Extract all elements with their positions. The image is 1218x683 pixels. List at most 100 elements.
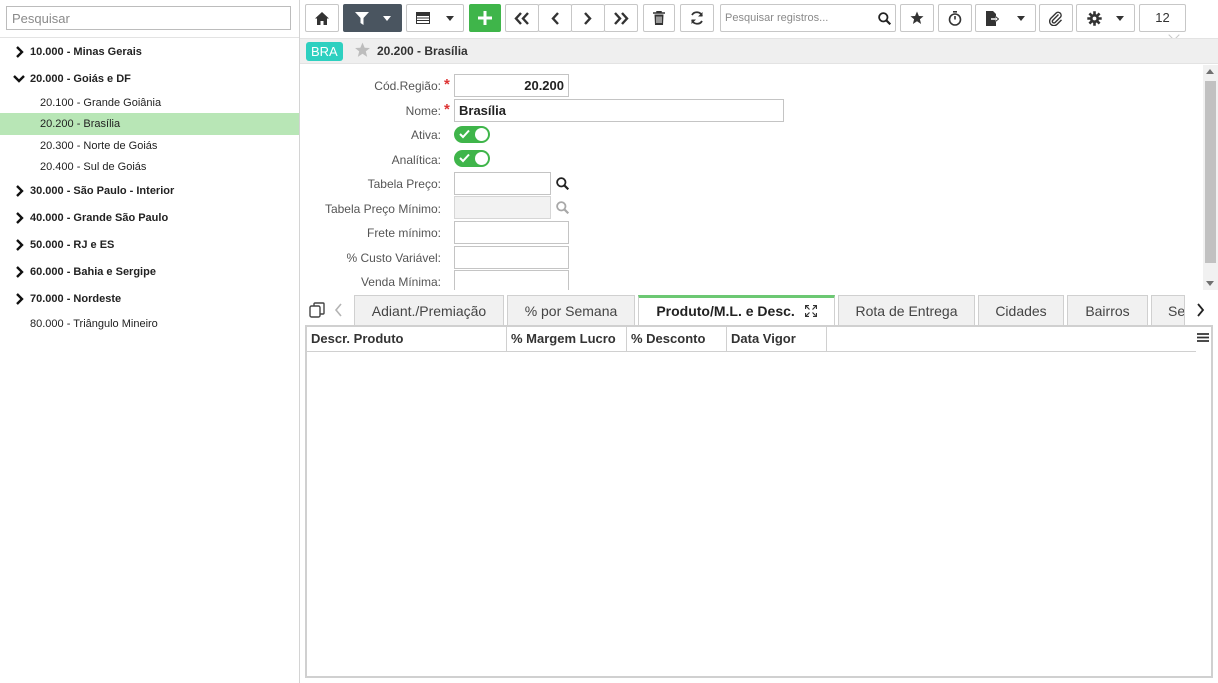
search-icon[interactable] (878, 12, 891, 25)
column-header-desconto[interactable]: % Desconto (627, 327, 727, 351)
tree-item-bahia-sergipe[interactable]: 60.000 - Bahia e Sergipe (0, 261, 299, 283)
gear-icon (1087, 10, 1102, 26)
ativa-label: Ativa: (410, 128, 441, 142)
add-button[interactable] (469, 4, 501, 32)
tabela-preco-field[interactable] (454, 172, 551, 195)
nome-field[interactable] (454, 99, 784, 122)
tree-item-grande-goiania[interactable]: 20.100 - Grande Goiânia (0, 92, 299, 114)
trash-icon (653, 11, 665, 25)
analitica-toggle[interactable] (454, 150, 490, 167)
caret-down-icon (382, 15, 391, 21)
scroll-up-arrow[interactable] (1206, 69, 1214, 74)
required-marker: * (444, 76, 450, 93)
tree-item-label: 10.000 - Minas Gerais (30, 46, 142, 58)
timer-icon (948, 10, 962, 26)
tab-adiant-premiacao[interactable]: Adiant./Premiação (354, 295, 504, 325)
ativa-toggle[interactable] (454, 126, 490, 143)
previous-record-icon (551, 11, 559, 25)
check-icon (459, 129, 470, 139)
home-button[interactable] (305, 4, 339, 32)
frete-minimo-field[interactable] (454, 221, 569, 244)
chevron-right-icon[interactable] (13, 185, 25, 197)
tab-rota-de-entrega[interactable]: Rota de Entrega (838, 295, 975, 325)
cod-regiao-field[interactable] (454, 74, 569, 97)
sidebar-search-wrap (0, 0, 299, 38)
tabela-preco-minimo-field (454, 196, 551, 219)
frete-minimo-label: Frete mínimo: (366, 226, 441, 240)
record-badge: BRA (306, 42, 343, 61)
favorite-button[interactable] (900, 4, 934, 32)
last-record-button[interactable] (604, 4, 638, 32)
tree-item-nordeste[interactable]: 70.000 - Nordeste (0, 288, 299, 310)
tree-item-grande-sao-paulo[interactable]: 40.000 - Grande São Paulo (0, 207, 299, 229)
tree-item-label: 20.100 - Grande Goiânia (40, 97, 162, 109)
column-header-margem-lucro[interactable]: % Margem Lucro (507, 327, 627, 351)
caret-down-icon (1116, 15, 1124, 21)
toggle-knob (475, 128, 488, 141)
refresh-icon (691, 11, 703, 25)
tree-item-minas-gerais[interactable]: 10.000 - Minas Gerais (0, 41, 299, 63)
column-menu-icon[interactable] (1197, 333, 1209, 342)
tree-item-rj-es[interactable]: 50.000 - RJ e ES (0, 234, 299, 256)
tree-item-label: 20.300 - Norte de Goiás (40, 140, 158, 152)
record-search-input[interactable] (721, 5, 871, 31)
chevron-right-icon[interactable] (13, 293, 25, 305)
tab-cidades[interactable]: Cidades (978, 295, 1064, 325)
page-count-box[interactable]: 12 (1139, 4, 1186, 32)
filter-button[interactable] (343, 4, 402, 32)
tree-item-label: 20.200 - Brasília (40, 118, 121, 130)
custo-variavel-field[interactable] (454, 246, 569, 269)
home-icon (315, 11, 329, 25)
export-button[interactable] (975, 4, 1036, 32)
tree-item-label: 70.000 - Nordeste (30, 293, 122, 305)
settings-button[interactable] (1076, 4, 1135, 32)
tree-item-label: 20.000 - Goiás e DF (30, 73, 131, 85)
previous-record-button[interactable] (538, 4, 572, 32)
venda-minima-field[interactable] (454, 270, 569, 290)
timer-button[interactable] (938, 4, 972, 32)
next-record-button[interactable] (571, 4, 605, 32)
tab-produto-ml-desc[interactable]: Produto/M.L. e Desc. (638, 295, 835, 326)
chevron-right-icon[interactable] (13, 46, 25, 58)
tree-item-triangulo-mineiro[interactable]: 80.000 - Triângulo Mineiro (0, 313, 299, 335)
tree-item-label: 20.400 - Sul de Goiás (40, 161, 147, 173)
tab-por-semana[interactable]: % por Semana (507, 295, 635, 325)
chevron-right-icon[interactable] (13, 239, 25, 251)
delete-button[interactable] (643, 4, 675, 32)
chevron-right-icon[interactable] (1196, 303, 1205, 317)
copy-icon[interactable] (309, 302, 325, 318)
expand-icon[interactable] (804, 305, 817, 317)
tree-item-norte-de-goias[interactable]: 20.300 - Norte de Goiás (0, 135, 299, 157)
tree-item-sao-paulo-interior[interactable]: 30.000 - São Paulo - Interior (0, 180, 299, 202)
chevron-right-icon[interactable] (13, 266, 25, 278)
tab-setores[interactable]: Se (1151, 295, 1185, 325)
scroll-down-arrow[interactable] (1206, 281, 1214, 286)
form-scrollbar[interactable] (1203, 65, 1218, 290)
tree-item-label: 40.000 - Grande São Paulo (30, 212, 169, 224)
first-record-button[interactable] (505, 4, 539, 32)
column-header-descr-produto[interactable]: Descr. Produto (307, 327, 507, 351)
star-icon[interactable] (354, 42, 371, 58)
tree-item-label: 30.000 - São Paulo - Interior (30, 185, 175, 197)
tree-item-brasilia[interactable]: 20.200 - Brasília (0, 113, 299, 135)
caret-down-icon (1017, 15, 1025, 21)
tab-bairros[interactable]: Bairros (1067, 295, 1148, 325)
search-icon[interactable] (556, 177, 569, 190)
tabela-preco-label: Tabela Preço: (367, 177, 441, 191)
product-grid: Descr. Produto % Margem Lucro % Desconto… (305, 325, 1213, 678)
first-record-icon (514, 11, 529, 25)
refresh-button[interactable] (680, 4, 714, 32)
chevron-down-icon[interactable] (13, 73, 25, 85)
view-mode-button[interactable] (406, 4, 464, 32)
caret-down-icon (446, 15, 454, 21)
tree-item-goias-df[interactable]: 20.000 - Goiás e DF (0, 68, 299, 90)
tree-item-label: 50.000 - RJ e ES (30, 239, 115, 251)
tree-item-sul-de-goias[interactable]: 20.400 - Sul de Goiás (0, 156, 299, 178)
scrollbar-thumb[interactable] (1205, 81, 1216, 263)
column-header-data-vigor[interactable]: Data Vigor (727, 327, 827, 351)
sidebar-search-input[interactable] (6, 6, 291, 30)
chevron-left-icon[interactable] (334, 303, 343, 317)
attachment-button[interactable] (1039, 4, 1073, 32)
tree-item-label: 60.000 - Bahia e Sergipe (30, 266, 156, 278)
chevron-right-icon[interactable] (13, 212, 25, 224)
